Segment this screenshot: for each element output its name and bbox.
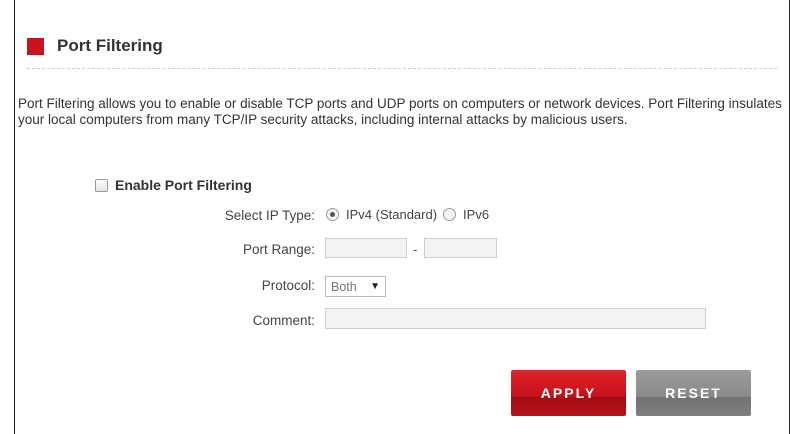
- section-header: Port Filtering: [27, 36, 163, 56]
- enable-port-filtering-checkbox[interactable]: [95, 178, 108, 192]
- enable-port-filtering-label: Enable Port Filtering: [115, 177, 252, 193]
- ipv6-label: IPv6: [463, 207, 490, 222]
- port-range-end-input[interactable]: [424, 238, 497, 258]
- ip-type-options: IPv4 (Standard) IPv6: [326, 207, 495, 222]
- apply-button[interactable]: APPLY: [511, 370, 626, 416]
- port-range-start-input[interactable]: [325, 238, 407, 258]
- reset-button[interactable]: RESET: [636, 370, 751, 416]
- header-divider: [27, 68, 777, 70]
- section-marker-icon: [27, 37, 44, 55]
- ipv4-radio[interactable]: [326, 208, 339, 221]
- protocol-select[interactable]: Both ▼: [325, 276, 386, 297]
- ipv6-radio[interactable]: [443, 208, 457, 221]
- page-title: Port Filtering: [57, 36, 163, 55]
- panel-frame: Port Filtering Port Filtering allows you…: [14, 0, 790, 434]
- protocol-selected-value: Both: [331, 279, 357, 294]
- chevron-down-icon: ▼: [370, 281, 380, 292]
- port-range-separator: -: [413, 242, 418, 257]
- ipv4-label: IPv4 (Standard): [346, 207, 438, 222]
- ip-type-label: Select IP Type:: [224, 208, 315, 223]
- comment-label: Comment:: [252, 313, 315, 328]
- page-description: Port Filtering allows you to enable or d…: [18, 96, 782, 127]
- port-range-label: Port Range:: [242, 242, 315, 257]
- comment-input[interactable]: [325, 308, 706, 329]
- enable-row: Enable Port Filtering: [95, 177, 252, 193]
- protocol-label: Protocol:: [261, 278, 315, 293]
